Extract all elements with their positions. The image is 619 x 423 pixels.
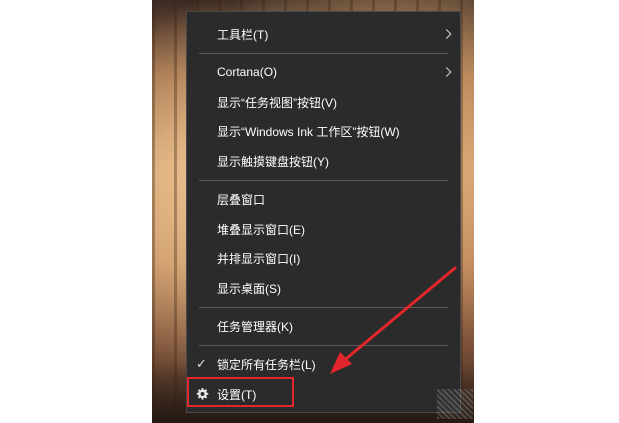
checkmark-icon: ✓ <box>196 355 207 371</box>
menu-item-label: 任务管理器(K) <box>217 319 293 334</box>
menu-item-label: 显示桌面(S) <box>217 281 281 296</box>
menu-item-task-manager[interactable]: 任务管理器(K) <box>187 311 460 341</box>
menu-item-lock-taskbars[interactable]: ✓ 锁定所有任务栏(L) <box>187 349 460 379</box>
menu-item-side-by-side[interactable]: 并排显示窗口(I) <box>187 243 460 273</box>
annotation-highlight-box <box>187 377 294 407</box>
menu-item-stack-windows[interactable]: 堆叠显示窗口(E) <box>187 214 460 244</box>
menu-item-show-desktop[interactable]: 显示桌面(S) <box>187 273 460 303</box>
menu-item-show-task-view[interactable]: 显示“任务视图”按钮(V) <box>187 87 460 117</box>
menu-item-label: 堆叠显示窗口(E) <box>217 222 305 237</box>
menu-separator <box>199 180 448 181</box>
menu-item-label: 显示触摸键盘按钮(Y) <box>217 154 329 169</box>
menu-separator <box>199 307 448 308</box>
menu-item-cortana[interactable]: Cortana(O) <box>187 57 460 87</box>
menu-separator <box>199 345 448 346</box>
menu-item-toolbars[interactable]: 工具栏(T) <box>187 19 460 49</box>
watermark-noise <box>437 389 473 419</box>
chevron-right-icon <box>441 67 452 77</box>
taskbar-context-menu: 工具栏(T) Cortana(O) 显示“任务视图”按钮(V) 显示“Windo… <box>186 11 461 413</box>
menu-item-label: 层叠窗口 <box>217 192 266 207</box>
menu-item-show-windows-ink[interactable]: 显示“Windows Ink 工作区”按钮(W) <box>187 116 460 146</box>
menu-item-label: 锁定所有任务栏(L) <box>217 357 316 372</box>
menu-item-label: 并排显示窗口(I) <box>217 251 301 266</box>
menu-item-label: Cortana(O) <box>217 65 278 79</box>
menu-item-cascade-windows[interactable]: 层叠窗口 <box>187 184 460 214</box>
menu-item-show-touch-keyboard[interactable]: 显示触摸键盘按钮(Y) <box>187 146 460 176</box>
menu-separator <box>199 53 448 54</box>
menu-item-label: 显示“任务视图”按钮(V) <box>217 95 337 110</box>
menu-item-label: 显示“Windows Ink 工作区”按钮(W) <box>217 124 400 139</box>
chevron-right-icon <box>441 29 452 39</box>
menu-item-label: 工具栏(T) <box>217 27 269 42</box>
